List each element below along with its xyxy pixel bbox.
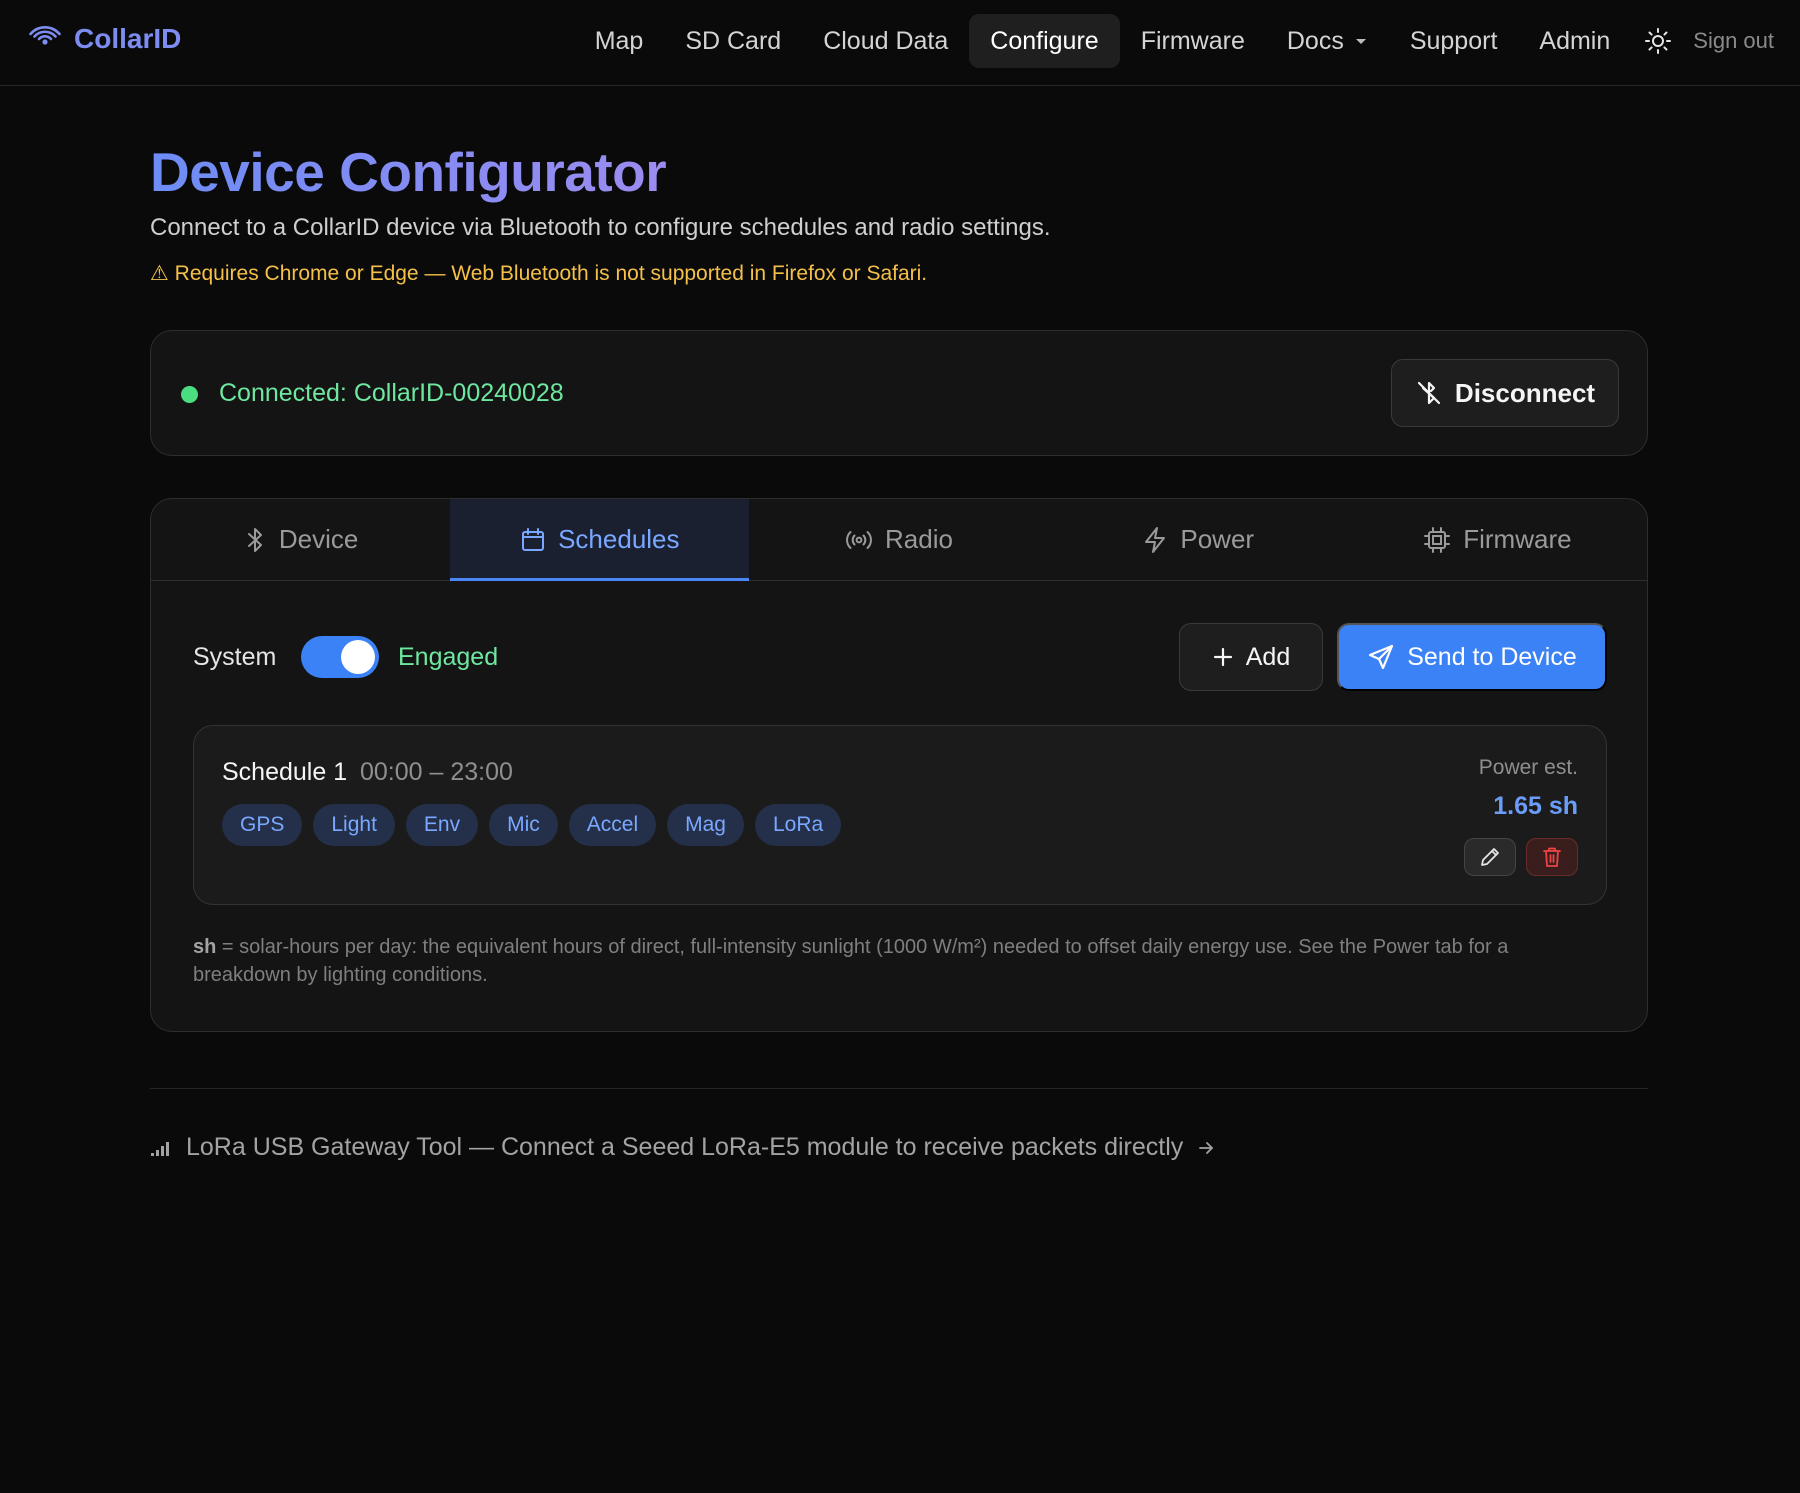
delete-schedule-button[interactable] xyxy=(1526,838,1578,876)
brand-name: CollarID xyxy=(74,23,182,54)
brand-logo[interactable]: CollarID xyxy=(28,22,181,56)
sensor-chip-lora: LoRa xyxy=(754,804,842,846)
nav-menu: Map SD Card Cloud Data Configure Firmwar… xyxy=(574,14,1774,68)
radio-icon xyxy=(845,528,873,552)
tab-device-label: Device xyxy=(278,524,359,554)
solar-hours-footnote: sh = solar-hours per day: the equivalent… xyxy=(193,933,1607,989)
disconnect-label: Disconnect xyxy=(1454,377,1596,408)
send-icon xyxy=(1367,643,1395,671)
toggle-knob xyxy=(341,640,375,674)
system-label: System xyxy=(193,643,277,671)
tab-radio[interactable]: Radio xyxy=(749,499,1048,580)
nav-item-configure[interactable]: Configure xyxy=(969,14,1120,68)
nav-item-firmware[interactable]: Firmware xyxy=(1120,14,1266,68)
tab-schedules[interactable]: Schedules xyxy=(450,499,750,581)
page-subtitle: Connect to a CollarID device via Bluetoo… xyxy=(150,214,1051,241)
sensor-chip-light: Light xyxy=(313,804,395,846)
schedule-item: Schedule 1 00:00 – 23:00 GPS Light Env M… xyxy=(193,725,1607,905)
tab-device[interactable]: Device xyxy=(151,499,450,580)
footnote-text: = solar-hours per day: the equivalent ho… xyxy=(193,936,1509,986)
tab-schedules-label: Schedules xyxy=(558,524,680,554)
lightning-icon xyxy=(1142,526,1168,554)
add-schedule-button[interactable]: Add xyxy=(1179,623,1323,691)
connection-card: Connected: CollarID-00240028 Disconnect xyxy=(150,330,1648,456)
nav-item-docs[interactable]: Docs xyxy=(1266,14,1389,68)
sensor-chip-accel: Accel xyxy=(568,804,657,846)
sensor-chip-mag: Mag xyxy=(667,804,744,846)
connection-status-dot xyxy=(181,386,198,403)
add-schedule-label: Add xyxy=(1245,642,1291,671)
tab-bar: Device Schedules Radio Power Firmware xyxy=(151,499,1647,581)
top-navigation: CollarID Map SD Card Cloud Data Configur… xyxy=(0,0,1800,86)
page-title: Device Configurator xyxy=(150,141,667,203)
sun-icon xyxy=(1644,27,1672,55)
footnote-term: sh xyxy=(193,936,217,958)
tab-firmware[interactable]: Firmware xyxy=(1348,499,1647,580)
calendar-icon xyxy=(520,527,546,553)
plus-icon xyxy=(1212,646,1234,668)
chevron-down-icon xyxy=(1344,34,1368,48)
pencil-icon xyxy=(1479,846,1501,868)
bluetooth-off-icon xyxy=(1415,379,1443,407)
nav-item-map[interactable]: Map xyxy=(574,14,665,68)
sensor-chip-env: Env xyxy=(405,804,479,846)
signal-bars-icon xyxy=(150,1139,172,1157)
bluetooth-icon xyxy=(243,527,267,553)
sign-out-link[interactable]: Sign out xyxy=(1685,28,1774,54)
disconnect-button[interactable]: Disconnect xyxy=(1391,359,1619,427)
power-estimate-value: 1.65 sh xyxy=(1493,792,1578,820)
tab-radio-label: Radio xyxy=(885,524,953,554)
signal-icon xyxy=(28,22,62,56)
sensor-chip-gps: GPS xyxy=(222,804,303,846)
lora-gateway-link[interactable]: LoRa USB Gateway Tool — Connect a Seeed … xyxy=(150,1133,1215,1162)
browser-warning: ⚠ Requires Chrome or Edge — Web Bluetoot… xyxy=(150,262,928,285)
arrow-right-icon xyxy=(1197,1139,1215,1157)
sensor-chip-mic: Mic xyxy=(489,804,558,846)
schedule-time-range: 00:00 – 23:00 xyxy=(360,758,513,786)
nav-item-sd-card[interactable]: SD Card xyxy=(664,14,802,68)
nav-item-cloud-data[interactable]: Cloud Data xyxy=(802,14,969,68)
system-toggle[interactable] xyxy=(301,636,379,678)
chip-icon xyxy=(1423,526,1451,554)
configurator-card: Device Schedules Radio Power Firmware Sy… xyxy=(150,498,1648,1032)
connection-status-text: Connected: CollarID-00240028 xyxy=(219,379,564,407)
nav-item-support[interactable]: Support xyxy=(1389,14,1519,68)
trash-icon xyxy=(1542,846,1562,868)
schedule-name: Schedule 1 xyxy=(222,758,348,786)
system-state-label: Engaged xyxy=(398,643,499,671)
theme-toggle-button[interactable] xyxy=(1631,14,1685,68)
tab-firmware-label: Firmware xyxy=(1463,524,1572,554)
tab-power[interactable]: Power xyxy=(1049,499,1348,580)
send-to-device-button[interactable]: Send to Device xyxy=(1337,623,1607,691)
tab-power-label: Power xyxy=(1180,524,1255,554)
nav-item-admin[interactable]: Admin xyxy=(1518,14,1631,68)
power-estimate-label: Power est. xyxy=(1478,756,1578,779)
edit-schedule-button[interactable] xyxy=(1464,838,1516,876)
section-divider xyxy=(150,1088,1648,1089)
lora-gateway-label: LoRa USB Gateway Tool — Connect a Seeed … xyxy=(186,1133,1184,1161)
sensor-chip-list: GPS Light Env Mic Accel Mag LoRa xyxy=(222,804,842,846)
send-to-device-label: Send to Device xyxy=(1407,642,1577,671)
nav-item-docs-label: Docs xyxy=(1286,26,1344,55)
